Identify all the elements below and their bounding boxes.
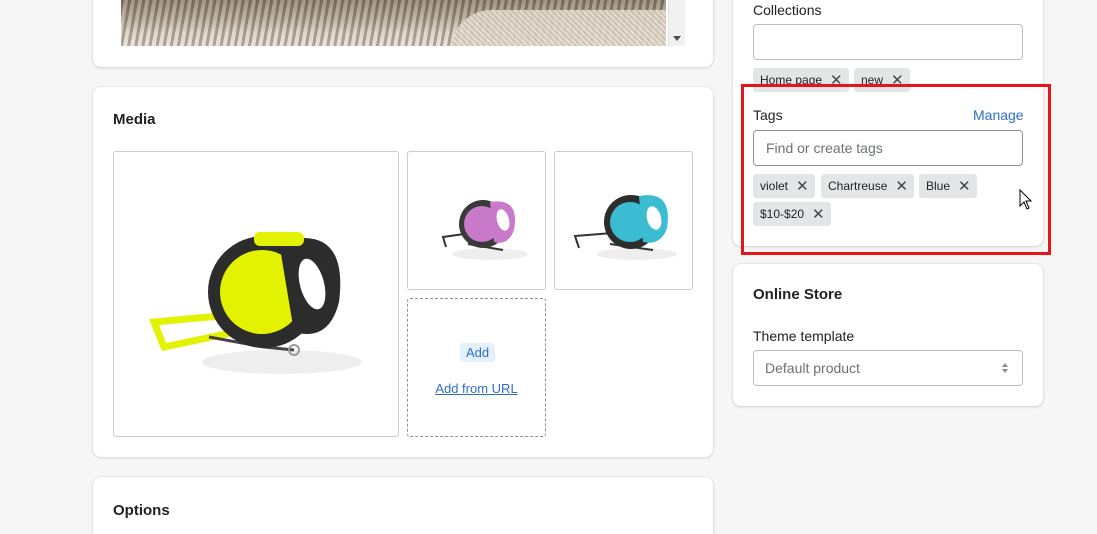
options-card: Options bbox=[93, 477, 713, 534]
scroll-down-arrow-icon[interactable] bbox=[673, 36, 681, 41]
online-store-title: Online Store bbox=[753, 286, 843, 303]
add-from-url-link[interactable]: Add from URL bbox=[408, 381, 545, 396]
options-title: Options bbox=[113, 502, 170, 519]
add-media-button[interactable]: Add bbox=[460, 343, 496, 362]
editor-scrollbar[interactable] bbox=[668, 0, 685, 46]
yellow-leash-image bbox=[149, 232, 362, 374]
product-image-card bbox=[93, 0, 713, 67]
media-title: Media bbox=[113, 111, 156, 128]
online-store-card: Online Store Theme template Default prod… bbox=[733, 264, 1043, 406]
media-dropzone[interactable]: Add Add from URL bbox=[407, 298, 546, 437]
pink-leash-image bbox=[441, 200, 528, 260]
teal-leash-image bbox=[573, 195, 677, 260]
theme-template-select[interactable]: Default product bbox=[753, 350, 1023, 386]
product-description-image bbox=[121, 0, 666, 46]
media-thumbnail-yellow-leash[interactable] bbox=[113, 151, 399, 437]
media-card: Media Add Add from URL bbox=[93, 87, 713, 457]
media-thumbnail-pink-leash[interactable] bbox=[407, 151, 546, 290]
tags-highlight-box bbox=[741, 84, 1051, 255]
media-thumbnail-teal-leash[interactable] bbox=[554, 151, 693, 290]
collections-label: Collections bbox=[753, 2, 822, 18]
theme-template-value: Default product bbox=[765, 360, 860, 376]
select-arrows-icon bbox=[1002, 363, 1010, 375]
collections-input[interactable] bbox=[753, 24, 1023, 60]
theme-template-label: Theme template bbox=[753, 328, 855, 344]
mouse-cursor-icon bbox=[1019, 189, 1033, 210]
